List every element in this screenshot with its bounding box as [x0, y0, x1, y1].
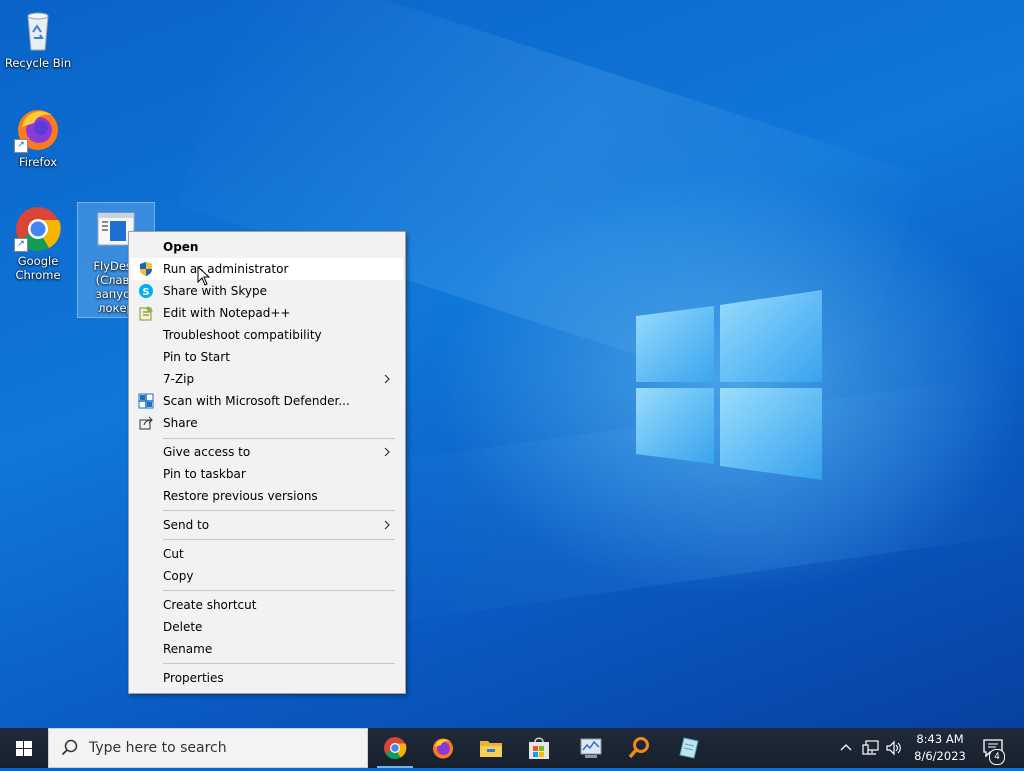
- menu-item-label: Copy: [163, 569, 194, 583]
- menu-item-label: Troubleshoot compatibility: [163, 328, 322, 342]
- menu-item-label: Run as administrator: [163, 262, 289, 276]
- menu-item-copy[interactable]: Copy: [131, 565, 403, 587]
- menu-item-label: Cut: [163, 547, 184, 561]
- menu-item-label: Send to: [163, 518, 210, 532]
- menu-item-cut[interactable]: Cut: [131, 543, 403, 565]
- chevron-right-icon: [384, 520, 390, 530]
- menu-item-delete[interactable]: Delete: [131, 616, 403, 638]
- menu-item-share[interactable]: Share: [131, 412, 403, 434]
- menu-item-label: Open: [163, 240, 199, 254]
- menu-item-7-zip[interactable]: 7-Zip: [131, 368, 403, 390]
- svg-text:S: S: [142, 287, 149, 298]
- menu-item-pin-to-taskbar[interactable]: Pin to taskbar: [131, 463, 403, 485]
- menu-item-label: Give access to: [163, 445, 251, 459]
- menu-item-open[interactable]: Open: [131, 236, 403, 258]
- chrome-icon: [384, 737, 407, 759]
- recycle-bin-icon: [14, 6, 62, 54]
- skype-icon: S: [139, 284, 153, 298]
- windows-start-icon: [16, 741, 32, 756]
- chevron-right-icon: [384, 447, 390, 457]
- notepad-plus-plus-icon: [139, 306, 153, 321]
- windows-wallpaper-logo: [636, 290, 822, 480]
- menu-item-label: Scan with Microsoft Defender...: [163, 394, 350, 408]
- taskbar-file-explorer[interactable]: [467, 728, 515, 768]
- menu-separator: [163, 663, 395, 664]
- search-tool-icon: [628, 737, 649, 759]
- menu-separator: [163, 438, 395, 439]
- firefox-icon: ↗: [14, 105, 62, 153]
- menu-item-troubleshoot-compatibility[interactable]: Troubleshoot compatibility: [131, 324, 403, 346]
- menu-item-label: Rename: [163, 642, 213, 656]
- notification-count-badge: 4: [989, 749, 1005, 765]
- menu-item-label: Properties: [163, 671, 224, 685]
- context-menu: Open Run as administrator S Share with S…: [128, 231, 406, 694]
- taskbar-microsoft-store[interactable]: [515, 728, 563, 768]
- menu-item-give-access-to[interactable]: Give access to: [131, 441, 403, 463]
- clock-time: 8:43 AM: [916, 732, 964, 746]
- task-manager-icon: [580, 738, 602, 758]
- defender-icon: [138, 393, 154, 409]
- share-icon: [139, 416, 153, 430]
- menu-item-label: Delete: [163, 620, 203, 634]
- search-icon: [61, 739, 78, 756]
- taskbar-chrome[interactable]: [371, 728, 419, 768]
- menu-item-pin-to-start[interactable]: Pin to Start: [131, 346, 403, 368]
- taskbar-search-box[interactable]: Type here to search: [48, 728, 368, 768]
- desktop-icon-google-chrome[interactable]: ↗ Google Chrome: [0, 204, 76, 282]
- app-icon: [679, 737, 699, 759]
- menu-separator: [163, 510, 395, 511]
- menu-separator: [163, 590, 395, 591]
- firefox-icon: [433, 738, 453, 759]
- search-placeholder: Type here to search: [89, 740, 227, 756]
- menu-item-share-with-skype[interactable]: S Share with Skype: [131, 280, 403, 302]
- menu-item-label: Create shortcut: [163, 598, 257, 612]
- menu-item-label: Share: [163, 416, 198, 430]
- menu-separator: [163, 539, 395, 540]
- menu-item-properties[interactable]: Properties: [131, 667, 403, 689]
- menu-item-label: Pin to Start: [163, 350, 230, 364]
- chrome-icon: ↗: [14, 204, 62, 252]
- menu-item-run-as-administrator[interactable]: Run as administrator: [131, 258, 403, 280]
- taskbar-task-manager[interactable]: [567, 728, 615, 768]
- desktop-icon-label: Chrome: [15, 268, 61, 282]
- menu-item-label: Share with Skype: [163, 284, 267, 298]
- menu-item-label: Edit with Notepad++: [163, 306, 291, 320]
- menu-item-label: 7-Zip: [163, 372, 195, 386]
- taskbar-app[interactable]: [665, 728, 713, 768]
- taskbar-search-tool[interactable]: [615, 728, 663, 768]
- desktop-icon-firefox[interactable]: ↗ Firefox: [0, 105, 76, 169]
- uac-shield-icon: [140, 262, 152, 276]
- menu-item-restore-previous-versions[interactable]: Restore previous versions: [131, 485, 403, 507]
- file-explorer-icon: [480, 741, 502, 757]
- shortcut-arrow-icon: ↗: [14, 238, 28, 252]
- start-button[interactable]: [0, 728, 48, 768]
- action-center-button[interactable]: 4: [980, 736, 1006, 765]
- taskbar-firefox[interactable]: [419, 728, 467, 768]
- clock-date: 8/6/2023: [914, 749, 966, 763]
- network-icon[interactable]: [862, 740, 880, 756]
- desktop-icon-label: Recycle Bin: [4, 56, 72, 70]
- chevron-up-icon[interactable]: [839, 741, 853, 755]
- menu-item-label: Pin to taskbar: [163, 467, 246, 481]
- desktop-icon-recycle-bin[interactable]: Recycle Bin: [0, 6, 76, 70]
- shortcut-arrow-icon: ↗: [14, 139, 28, 153]
- menu-item-send-to[interactable]: Send to: [131, 514, 403, 536]
- desktop-icon-label: Firefox: [18, 155, 58, 169]
- taskbar: Type here to search 8:43 AM 8/6/2023 4: [0, 728, 1024, 768]
- taskbar-clock[interactable]: 8:43 AM 8/6/2023: [908, 731, 972, 765]
- microsoft-store-icon: [529, 737, 549, 759]
- volume-icon[interactable]: [885, 740, 903, 756]
- menu-item-scan-with-microsoft-defender[interactable]: Scan with Microsoft Defender...: [131, 390, 403, 412]
- menu-item-rename[interactable]: Rename: [131, 638, 403, 660]
- mouse-cursor-icon: [197, 266, 211, 286]
- desktop-icon-label: Google: [17, 254, 59, 268]
- chevron-right-icon: [384, 374, 390, 384]
- menu-item-label: Restore previous versions: [163, 489, 318, 503]
- menu-item-create-shortcut[interactable]: Create shortcut: [131, 594, 403, 616]
- menu-item-edit-with-notepad-plus-plus[interactable]: Edit with Notepad++: [131, 302, 403, 324]
